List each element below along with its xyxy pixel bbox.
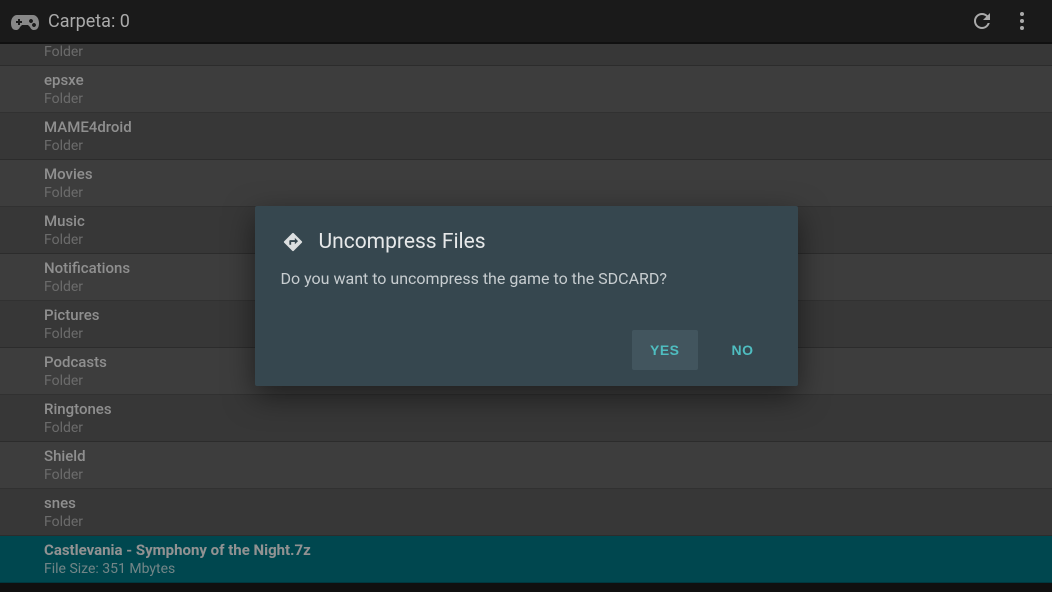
dialog-actions: YES NO	[281, 330, 772, 370]
dialog-container: Uncompress Files Do you want to uncompre…	[0, 0, 1052, 592]
dialog-title: Uncompress Files	[319, 230, 486, 254]
dialog-message: Do you want to uncompress the game to th…	[281, 268, 772, 290]
dialog-header: Uncompress Files	[281, 230, 772, 254]
uncompress-dialog: Uncompress Files Do you want to uncompre…	[255, 206, 798, 386]
no-button[interactable]: NO	[714, 330, 772, 370]
yes-button[interactable]: YES	[632, 330, 698, 370]
directions-icon	[281, 230, 305, 254]
